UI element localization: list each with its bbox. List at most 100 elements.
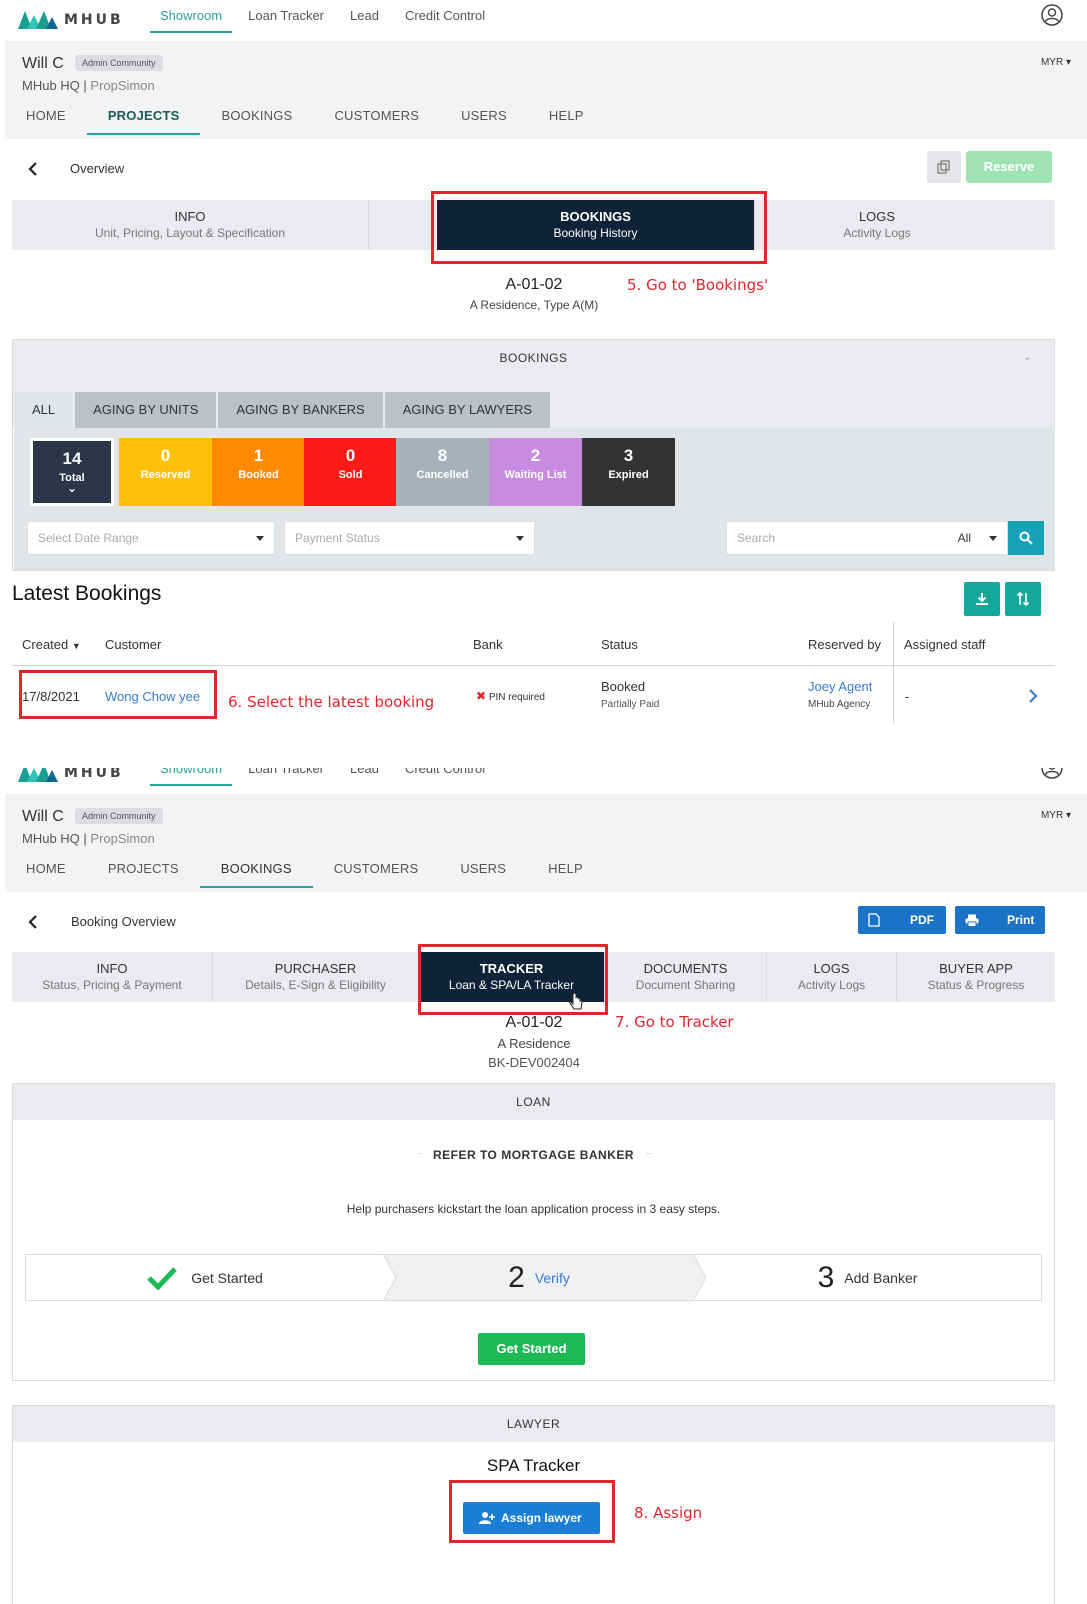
stat-card-sold[interactable]: 0 Sold [304,438,397,506]
nav-projects[interactable]: PROJECTS [86,99,201,135]
nav-help[interactable]: HELP [528,99,605,135]
topnav-credit-control[interactable]: Credit Control [395,0,495,33]
logo-text: MHUB [64,768,124,781]
stat-card-total[interactable]: 14 Total ⌄ [30,438,114,506]
table-row[interactable]: 17/8/2021 Wong Chow yee ✖ PIN required B… [12,667,1055,725]
assign-lawyer-button[interactable]: Assign lawyer [463,1502,600,1534]
cross-icon: ✖ [476,689,487,703]
header-band: Will C Admin Community MHub HQ | PropSim… [5,794,1087,892]
topnav-lead[interactable]: Lead [340,0,389,33]
subtab-aging-lawyers[interactable]: AGING BY LAWYERS [384,392,553,428]
tab-logs[interactable]: LOGS Activity Logs [767,952,897,1002]
topnav-credit-control[interactable]: Credit Control [395,768,495,786]
topnav-showroom[interactable]: Showroom [150,768,233,786]
stat-count: 14 [62,449,82,468]
reserve-button[interactable]: Reserve [966,151,1052,183]
download-button[interactable] [964,582,1000,616]
print-button[interactable]: Print [955,906,1045,934]
topnav-lead[interactable]: Lead [340,768,389,786]
booking-id: BK-DEV002404 [488,1055,580,1070]
col-assigned-staff: Assigned staff [904,637,986,652]
user-account-icon[interactable] [1041,768,1063,779]
booking-overview-screenshot: MHUB Showroom Loan Tracker Lead Credit C… [0,768,1087,1604]
nav-home[interactable]: HOME [5,99,87,135]
user-account-icon[interactable] [1041,4,1063,26]
stat-card-reserved[interactable]: 0 Reserved [119,438,212,506]
nav-customers[interactable]: CUSTOMERS [313,99,440,135]
sort-button[interactable] [1005,582,1041,616]
main-nav: HOME PROJECTS BOOKINGS CUSTOMERS USERS H… [5,99,605,139]
nav-help[interactable]: HELP [527,852,604,888]
col-created[interactable]: Created ▼ [22,637,81,652]
tab-info[interactable]: INFO Unit, Pricing, Layout & Specificatio… [12,200,369,250]
mhub-logo[interactable]: MHUB [18,768,124,787]
stat-card-waiting-list[interactable]: 2 Waiting List [489,438,582,506]
tab-purchaser[interactable]: PURCHASER Details, E-Sign & Eligibility [213,952,419,1002]
logo-text: MHUB [64,12,124,28]
back-chevron-icon[interactable] [27,915,39,929]
search-scope[interactable]: All [958,522,971,554]
nav-bookings[interactable]: BOOKINGS [200,99,313,135]
aging-tabs: ALL AGING BY UNITS AGING BY BANKERS AGIN… [14,392,553,428]
tab-documents[interactable]: DOCUMENTS Document Sharing [605,952,767,1002]
row-staff: - [905,689,910,704]
stat-card-booked[interactable]: 1 Booked [212,438,305,506]
topnav-showroom[interactable]: Showroom [150,0,233,33]
stat-card-expired[interactable]: 3 Expired [582,438,675,506]
get-started-button[interactable]: Get Started [478,1333,585,1365]
search-button[interactable] [1008,521,1044,555]
unit-description: A Residence, Type A(M) [469,298,599,312]
unit-number: A-01-02 [505,276,563,293]
payment-status-select[interactable]: Payment Status [284,521,535,555]
user-name: Will C [22,808,64,825]
unit-project: A Residence [497,1036,571,1051]
nav-bookings[interactable]: BOOKINGS [199,852,313,888]
subtab-aging-units[interactable]: AGING BY UNITS [75,392,219,428]
nav-home[interactable]: HOME [5,852,87,888]
row-customer-link[interactable]: Wong Chow yee [105,689,200,704]
topnav-loan-tracker[interactable]: Loan Tracker [238,0,334,33]
search-input[interactable]: Search All [726,521,1008,555]
chevron-down-icon: ⌄ [66,481,78,495]
date-range-select[interactable]: Select Date Range [27,521,275,555]
back-row: Overview Reserve [0,151,1087,187]
chevron-down-icon: ⌄ [1023,352,1032,363]
nav-customers[interactable]: CUSTOMERS [313,852,440,888]
chevron-right-icon[interactable] [1028,689,1038,703]
row-reserved-by-link[interactable]: Joey Agent [808,679,872,694]
subtab-aging-bankers[interactable]: AGING BY BANKERS [218,392,385,428]
copy-button[interactable] [927,151,961,183]
unit-number: A-01-02 [505,1014,563,1031]
subtab-all[interactable]: ALL [14,392,76,428]
stat-label: Cancelled [416,469,469,481]
annotation-step-8: 8. Assign [634,1504,703,1522]
back-chevron-icon[interactable] [27,162,39,176]
loan-section-header: LOAN [13,1084,1054,1120]
nav-projects[interactable]: PROJECTS [87,852,200,888]
step-add-banker[interactable]: 3 Add Banker [694,1255,1041,1300]
page-title: Booking Overview [71,914,176,929]
sort-caret-icon: ▼ [71,641,81,651]
currency-selector[interactable]: MYR ▾ [1041,57,1071,68]
nav-users[interactable]: USERS [439,852,527,888]
stat-label: Sold [338,469,363,481]
organization: MHub HQ | PropSimon [22,831,155,846]
step-verify[interactable]: 2 Verify [384,1254,707,1301]
col-reserved-by: Reserved by [808,637,881,652]
tab-buyer-app[interactable]: BUYER APP Status & Progress [897,952,1055,1002]
bookings-section-header[interactable]: BOOKINGS ⌄ [13,340,1054,376]
topnav-loan-tracker[interactable]: Loan Tracker [238,768,334,786]
pointer-cursor-icon [569,993,583,1010]
row-status: Booked [601,679,646,694]
pdf-button[interactable]: PDF [858,906,946,934]
stat-card-cancelled[interactable]: 8 Cancelled [396,438,489,506]
mhub-logo[interactable]: MHUB [18,6,124,34]
nav-users[interactable]: USERS [440,99,528,135]
user-name: Will C [22,55,64,72]
step-get-started[interactable]: Get Started [26,1254,397,1301]
tab-bookings[interactable]: BOOKINGS Booking History [437,200,755,250]
tab-info[interactable]: INFO Status, Pricing & Payment [12,952,213,1002]
mhub-logo-icon [18,11,58,29]
stat-count: 2 [530,446,541,465]
currency-selector[interactable]: MYR ▾ [1041,810,1071,821]
